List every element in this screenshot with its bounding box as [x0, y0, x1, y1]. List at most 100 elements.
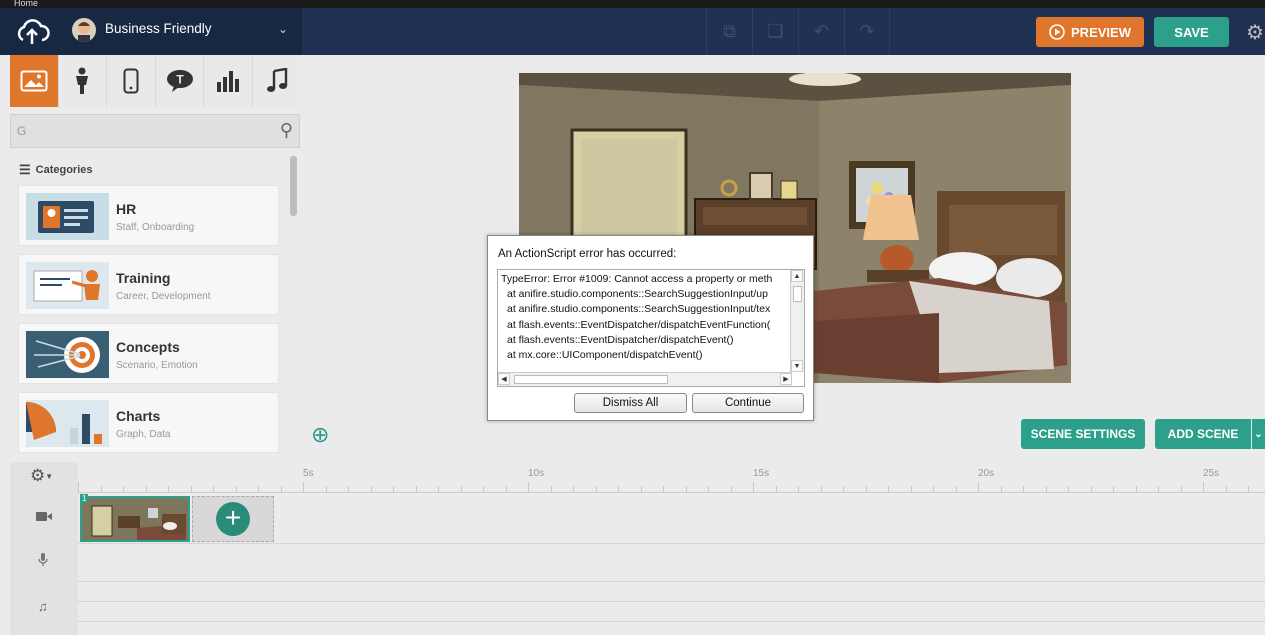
ruler-tick: [100, 486, 102, 492]
tab-props[interactable]: [107, 55, 156, 107]
ruler-tick: [1225, 486, 1227, 492]
dialog-title: An ActionScript error has occurred:: [498, 248, 677, 260]
category-card-hr[interactable]: HR Staff, Onboarding: [18, 185, 279, 246]
theme-avatar[interactable]: [72, 18, 96, 42]
svg-text:T: T: [176, 73, 184, 87]
ruler-tick: [888, 486, 889, 492]
ruler-label-5s: 5s: [303, 468, 314, 479]
error-line: TypeError: Error #1009: Cannot access a …: [501, 273, 773, 285]
preview-button[interactable]: PREVIEW: [1036, 17, 1144, 47]
ruler-tick: [1045, 486, 1047, 492]
ruler-tick: [280, 486, 282, 492]
scroll-left-icon[interactable]: ◀: [498, 373, 510, 385]
ruler-tick: [528, 482, 529, 492]
search-input[interactable]: G ⚲: [10, 114, 300, 148]
card-subtitle: Scenario, Emotion: [116, 360, 198, 371]
ruler-label-20s: 20s: [978, 468, 995, 479]
cloud-upload-icon[interactable]: [14, 18, 50, 46]
horizontal-scroll-thumb[interactable]: [514, 375, 668, 384]
ruler-tick: [595, 486, 597, 492]
tab-text[interactable]: T: [156, 55, 205, 107]
ruler-tick: [1000, 486, 1002, 492]
card-title: Training: [116, 270, 171, 286]
redo-icon[interactable]: ↷: [844, 8, 890, 55]
music-note-icon: ♫: [38, 599, 48, 614]
sound-track-1: [78, 582, 1265, 602]
error-line: at mx.core::UIComponent/dispatchEvent(): [507, 349, 703, 362]
add-scene-button[interactable]: ADD SCENE: [1155, 419, 1251, 449]
ruler-tick: [663, 486, 664, 492]
music-note-icon: [267, 68, 288, 92]
continue-button[interactable]: Continue: [692, 393, 804, 413]
theme-name[interactable]: Business Friendly: [105, 21, 212, 36]
dismiss-all-button[interactable]: Dismiss All: [574, 393, 687, 413]
speech-bubble-icon: T: [166, 70, 193, 92]
ruler-tick: [843, 486, 844, 492]
add-scene-slot[interactable]: +: [192, 496, 274, 542]
voice-track: [78, 544, 1265, 582]
add-scene-dropdown[interactable]: ⌄: [1252, 419, 1265, 449]
library-scrollbar[interactable]: [290, 156, 297, 216]
microphone-icon: [38, 553, 48, 570]
error-line: at anifire.studio.components::SearchSugg…: [507, 288, 768, 301]
ruler-tick: [393, 486, 394, 492]
chevron-down-icon[interactable]: ⌄: [278, 22, 288, 36]
ruler-tick: [303, 482, 304, 492]
ruler-tick: [235, 486, 237, 492]
ruler-tick: [1203, 482, 1204, 492]
paste-icon[interactable]: ❏: [752, 8, 798, 55]
horizontal-scrollbar[interactable]: ◀ ▶: [498, 372, 792, 386]
ruler-tick: [370, 486, 372, 492]
card-subtitle: Staff, Onboarding: [116, 222, 195, 233]
vertical-scroll-thumb[interactable]: [793, 286, 802, 302]
library-tabs: T: [10, 55, 302, 107]
timeline-settings-gear-icon[interactable]: ⚙▼: [30, 466, 53, 486]
card-title: Charts: [116, 408, 161, 424]
tab-charts[interactable]: [204, 55, 253, 107]
gear-icon[interactable]: ⚙: [1246, 20, 1264, 45]
ruler-tick: [145, 486, 147, 492]
training-thumbnail: [26, 262, 109, 309]
chevron-down-icon: ⌄: [1254, 428, 1263, 440]
search-icon[interactable]: ⚲: [280, 120, 293, 141]
phone-icon: [123, 68, 139, 94]
timeline-ruler[interactable]: 5s 10s 15s 20s 25s: [78, 462, 1265, 493]
ruler-tick: [775, 486, 777, 492]
scene-thumbnail[interactable]: [80, 496, 190, 542]
vertical-scrollbar[interactable]: ▲ ▼: [790, 270, 804, 372]
categories-label: Categories: [35, 164, 93, 176]
tab-characters[interactable]: [59, 55, 108, 107]
tab-audio[interactable]: [253, 55, 302, 107]
ruler-tick: [213, 486, 214, 492]
card-title: HR: [116, 201, 137, 217]
scroll-up-icon[interactable]: ▲: [791, 270, 803, 282]
ruler-tick: [798, 486, 799, 492]
charts-thumbnail: [26, 400, 109, 447]
zoom-in-icon[interactable]: ⊕: [311, 422, 329, 448]
ruler-tick: [1158, 486, 1159, 492]
ruler-tick: [753, 482, 754, 492]
copy-icon[interactable]: ⧉: [706, 8, 752, 55]
error-line: at anifire.studio.components::SearchSugg…: [507, 303, 771, 316]
scroll-down-icon[interactable]: ▼: [791, 360, 803, 372]
category-card-charts[interactable]: Charts Graph, Data: [18, 392, 279, 453]
video-camera-icon: [36, 510, 52, 525]
category-card-concepts[interactable]: Concepts Scenario, Emotion: [18, 323, 279, 384]
scene-number-badge: 1: [80, 494, 89, 503]
tab-backgrounds[interactable]: [10, 55, 59, 107]
ruler-tick: [1023, 486, 1024, 492]
category-card-training[interactable]: Training Career, Development: [18, 254, 279, 315]
actionscript-error-dialog: An ActionScript error has occurred: Type…: [487, 235, 814, 421]
list-icon: ☰: [19, 162, 31, 177]
ruler-tick: [933, 486, 934, 492]
save-button[interactable]: SAVE: [1154, 17, 1229, 47]
ruler-tick: [820, 486, 822, 492]
ruler-tick: [910, 486, 912, 492]
error-trace-box[interactable]: TypeError: Error #1009: Cannot access a …: [497, 269, 805, 387]
scroll-right-icon[interactable]: ▶: [780, 373, 792, 385]
play-circle-icon: [1049, 24, 1065, 40]
scene-settings-button[interactable]: SCENE SETTINGS: [1021, 419, 1145, 449]
undo-icon[interactable]: ↶: [798, 8, 844, 55]
error-line: at flash.events::EventDispatcher/dispatc…: [507, 318, 771, 331]
search-value: G: [17, 124, 27, 138]
